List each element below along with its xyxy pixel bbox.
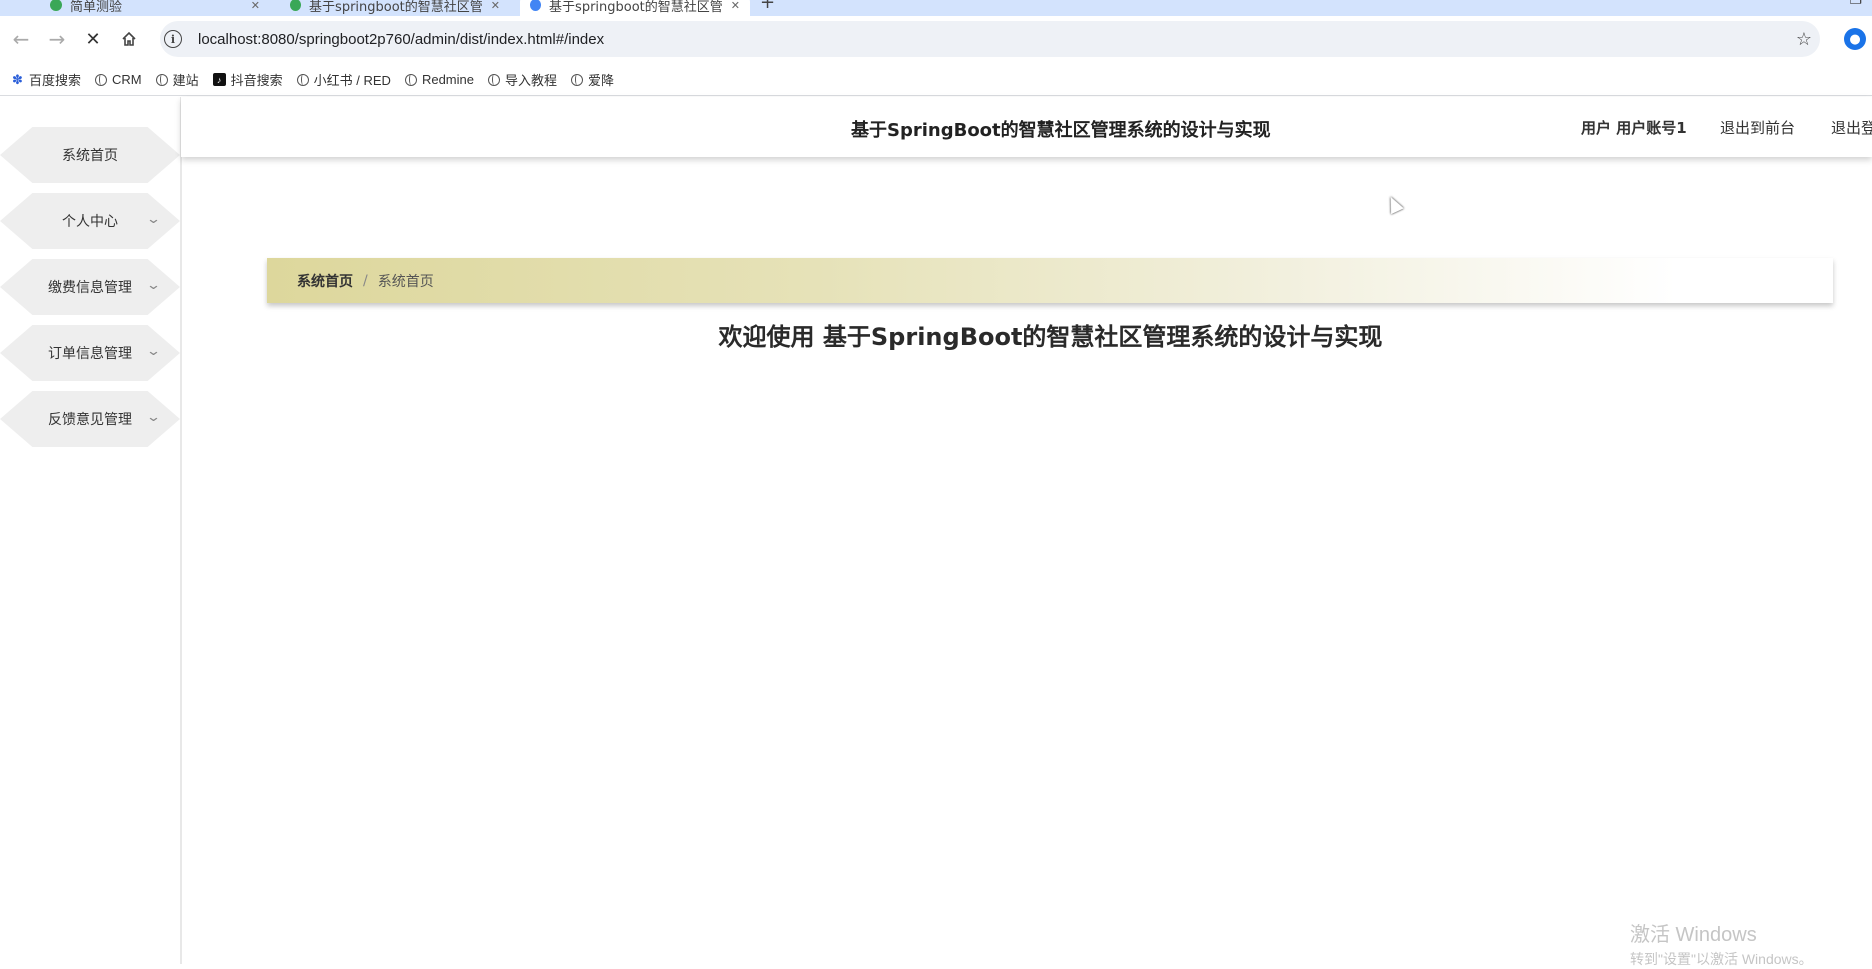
current-user: 用户 用户账号1 xyxy=(1581,119,1687,137)
globe-icon xyxy=(404,73,417,86)
tab-title: 简单测验 xyxy=(70,0,123,15)
tab-close-icon[interactable]: ✕ xyxy=(491,0,500,12)
bookmark-label: 爱降 xyxy=(588,73,615,88)
browser-tab-strip: 简单测验 ✕ 基于springboot的智慧社区管 ✕ 基于springboot… xyxy=(0,0,1872,16)
sidebar: 系统首页 个人中心 ⌄ 缴费信息管理 ⌄ 订单信息管理 ⌄ 反馈意见管理 ⌄ xyxy=(0,97,182,964)
bookmark-label: CRM xyxy=(112,72,142,87)
bookmark-item[interactable]: 导入教程 xyxy=(487,70,557,89)
breadcrumb: 系统首页 / 系统首页 xyxy=(267,258,1833,303)
tab-favicon-icon xyxy=(290,0,302,11)
sidebar-item-label: 个人中心 xyxy=(62,214,118,230)
system-title: 基于SpringBoot的智慧社区管理系统的设计与实现 xyxy=(851,120,1271,141)
bookmark-label: 小红书 / RED xyxy=(313,73,391,88)
sidebar-item-feedback-management[interactable]: 反馈意见管理 ⌄ xyxy=(0,391,180,447)
bookmarks-bar: ✽ 百度搜索 CRM 建站 ♪ 抖音搜索 小红书 / RED Redmine 导… xyxy=(0,64,1872,96)
home-icon[interactable] xyxy=(116,26,142,52)
home-svg xyxy=(122,31,136,46)
bookmark-item[interactable]: 建站 xyxy=(155,70,199,89)
bookmark-item[interactable]: 爱降 xyxy=(571,70,614,89)
browser-tab[interactable]: 简单测验 ✕ xyxy=(40,0,270,16)
welcome-heading: 欢迎使用 基于SpringBoot的智慧社区管理系统的设计与实现 xyxy=(718,323,1383,351)
tab-close-icon[interactable]: ✕ xyxy=(251,0,260,12)
tab-title: 基于springboot的智慧社区管 xyxy=(309,0,483,15)
forward-arrow-icon[interactable]: → xyxy=(44,26,70,52)
browser-toolbar: ← → ✕ i localhost:8080/springboot2p760/a… xyxy=(0,16,1872,64)
bookmark-item[interactable]: 小红书 / RED xyxy=(296,70,391,89)
bookmark-label: 建站 xyxy=(172,73,199,88)
globe-icon xyxy=(571,73,583,86)
new-tab-icon[interactable]: + xyxy=(760,0,775,13)
tab-favicon-icon xyxy=(50,0,62,11)
watermark-line-1: 激活 Windows xyxy=(1630,924,1757,946)
logout-link[interactable]: 退出登录 xyxy=(1831,117,1872,138)
sidebar-item-payment-management[interactable]: 缴费信息管理 ⌄ xyxy=(0,259,180,315)
bookmark-item[interactable]: CRM xyxy=(95,72,142,87)
sidebar-item-label: 缴费信息管理 xyxy=(48,280,132,296)
window-restore-icon[interactable]: ❐ xyxy=(1849,0,1862,8)
bookmark-label: Redmine xyxy=(421,72,474,87)
globe-icon xyxy=(296,73,309,86)
tab-close-icon[interactable]: ✕ xyxy=(731,0,740,12)
browser-tab-active[interactable]: 基于springboot的智慧社区管 ✕ xyxy=(520,0,750,16)
top-header: 基于SpringBoot的智慧社区管理系统的设计与实现 用户 用户账号1 退出到… xyxy=(181,97,1872,157)
breadcrumb-current: 系统首页 xyxy=(377,273,434,290)
globe-icon xyxy=(155,73,168,86)
page-content: 系统首页 个人中心 ⌄ 缴费信息管理 ⌄ 订单信息管理 ⌄ 反馈意见管理 ⌄ 基… xyxy=(0,97,1872,964)
watermark-line-2: 转到"设置"以激活 Windows。 xyxy=(1630,951,1813,967)
tiktok-icon: ♪ xyxy=(212,73,226,86)
bookmark-star-icon[interactable]: ☆ xyxy=(1796,29,1812,50)
address-bar[interactable]: i localhost:8080/springboot2p760/admin/d… xyxy=(160,21,1820,57)
bookmark-item[interactable]: ♪ 抖音搜索 xyxy=(212,70,283,89)
bookmark-label: 百度搜索 xyxy=(29,73,82,88)
tab-title: 基于springboot的智慧社区管 xyxy=(549,0,723,15)
tab-favicon-icon xyxy=(530,0,542,11)
bookmark-label: 导入教程 xyxy=(504,73,557,88)
sidebar-item-label: 系统首页 xyxy=(62,148,118,164)
back-arrow-icon[interactable]: ← xyxy=(8,26,34,52)
stop-loading-icon[interactable]: ✕ xyxy=(80,26,106,52)
chevron-down-icon: ⌄ xyxy=(145,278,162,293)
bookmark-label: 抖音搜索 xyxy=(230,73,283,88)
site-info-icon[interactable]: i xyxy=(164,30,182,48)
breadcrumb-home-link[interactable]: 系统首页 xyxy=(297,271,353,291)
sidebar-item-label: 订单信息管理 xyxy=(48,346,132,362)
bookmark-item[interactable]: Redmine xyxy=(404,72,474,87)
globe-icon xyxy=(95,73,108,86)
breadcrumb-separator: / xyxy=(363,272,368,289)
baidu-paw-icon: ✽ xyxy=(12,71,23,87)
sidebar-item-home[interactable]: 系统首页 xyxy=(0,127,180,183)
profile-avatar-icon[interactable]: ● xyxy=(1844,28,1866,50)
chevron-down-icon: ⌄ xyxy=(145,212,162,227)
exit-to-front-link[interactable]: 退出到前台 xyxy=(1720,117,1795,138)
chevron-down-icon: ⌄ xyxy=(145,344,162,359)
sidebar-item-personal-center[interactable]: 个人中心 ⌄ xyxy=(0,193,180,249)
address-url[interactable]: localhost:8080/springboot2p760/admin/dis… xyxy=(198,31,604,48)
windows-activation-watermark: 激活 Windows 转到"设置"以激活 Windows。 xyxy=(1630,918,1813,969)
bookmark-item[interactable]: ✽ 百度搜索 xyxy=(12,70,81,89)
chevron-down-icon: ⌄ xyxy=(145,410,162,425)
browser-tab[interactable]: 基于springboot的智慧社区管 ✕ xyxy=(280,0,510,16)
globe-icon xyxy=(487,73,500,86)
sidebar-item-label: 反馈意见管理 xyxy=(48,412,132,428)
